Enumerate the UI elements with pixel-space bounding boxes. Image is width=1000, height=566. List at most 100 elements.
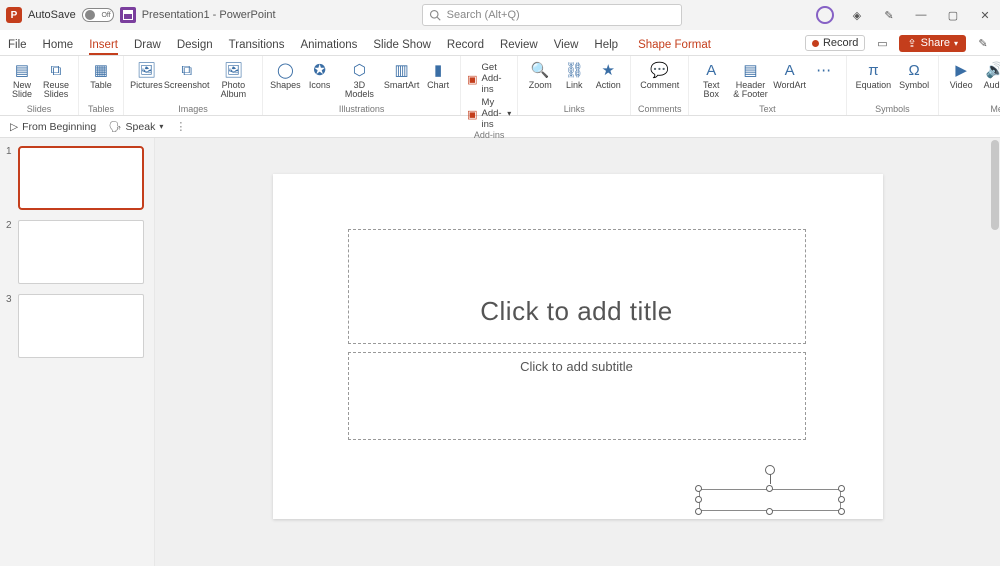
resize-handle[interactable] (838, 485, 845, 492)
resize-handle[interactable] (838, 496, 845, 503)
from-beginning-button[interactable]: ▷From Beginning (10, 121, 96, 133)
text-box-button[interactable]: AText Box (695, 58, 727, 100)
group-comments: 💬Comment Comments (631, 56, 689, 115)
group-symbols: πEquation ΩSymbol Symbols (847, 56, 940, 115)
chart-button[interactable]: ▮Chart (422, 58, 454, 90)
group-tables: ▦Table Tables (79, 56, 124, 115)
link-button[interactable]: ⛓Link (558, 58, 590, 90)
search-placeholder: Search (Alt+Q) (447, 9, 520, 21)
search-icon (429, 9, 441, 21)
resize-handle[interactable] (766, 508, 773, 515)
tab-animations[interactable]: Animations (300, 39, 357, 55)
main-area: 1 2 3 Click to add title Click to add su… (0, 138, 1000, 566)
speak-icon: 🗣 (108, 120, 121, 133)
document-title: Presentation1 - PowerPoint (142, 9, 276, 21)
group-text: AText Box ▤Header & Footer AWordArt ⋯ Te… (689, 56, 846, 115)
speak-button[interactable]: 🗣Speak ▾ (108, 120, 163, 133)
3d-models-button[interactable]: ⬡3D Models (338, 58, 382, 100)
ribbon: ▤New Slide ⧉Reuse Slides Slides ▦Table T… (0, 56, 1000, 116)
thumbnail-2[interactable]: 2 (6, 220, 144, 284)
save-icon[interactable] (120, 7, 136, 23)
minimize-button[interactable]: — (912, 6, 930, 24)
my-addins-button[interactable]: ▣My Add-ins ▾ (467, 97, 511, 130)
group-images: 🖼Pictures ⧉Screenshot 🖼Photo Album Image… (124, 56, 263, 115)
thumbnail-3[interactable]: 3 (6, 294, 144, 358)
group-links: 🔍Zoom ⛓Link ★Action Links (518, 56, 631, 115)
slide-canvas-area[interactable]: Click to add title Click to add subtitle (155, 138, 1000, 566)
tab-file[interactable]: File (8, 39, 27, 55)
table-button[interactable]: ▦Table (85, 58, 117, 90)
tab-slideshow[interactable]: Slide Show (373, 39, 431, 55)
record-button[interactable]: Record (805, 35, 865, 51)
comments-pane-icon[interactable]: ✎ (974, 34, 992, 52)
chevron-down-icon: ▾ (159, 122, 163, 131)
group-media: ▶Video 🔊Audio ⏺Screen Recording Media (939, 56, 1000, 115)
autosave-toggle[interactable]: Off (82, 8, 114, 22)
tab-shape-format[interactable]: Shape Format (638, 39, 711, 55)
maximize-button[interactable]: ▢ (944, 6, 962, 24)
audio-button[interactable]: 🔊Audio (979, 58, 1000, 90)
tab-help[interactable]: Help (594, 39, 618, 55)
resize-handle[interactable] (766, 485, 773, 492)
diamond-icon[interactable]: ◈ (848, 6, 866, 24)
group-illustrations: ◯Shapes ✪Icons ⬡3D Models ▥SmartArt ▮Cha… (263, 56, 461, 115)
play-icon: ▷ (10, 121, 18, 133)
close-button[interactable]: ✕ (976, 6, 994, 24)
tab-insert[interactable]: Insert (89, 39, 118, 55)
thumbnail-image (18, 220, 144, 284)
tab-home[interactable]: Home (43, 39, 74, 55)
account-icon[interactable] (816, 6, 834, 24)
pictures-button[interactable]: 🖼Pictures (130, 58, 163, 90)
tab-record[interactable]: Record (447, 39, 484, 55)
scrollbar-thumb[interactable] (991, 140, 999, 230)
thumbnail-image (18, 146, 144, 210)
symbol-button[interactable]: ΩSymbol (896, 58, 932, 90)
pen-icon[interactable]: ✎ (880, 6, 898, 24)
shapes-button[interactable]: ◯Shapes (269, 58, 302, 90)
photo-album-button[interactable]: 🖼Photo Album (211, 58, 256, 100)
text-more-button[interactable]: ⋯ (808, 58, 840, 80)
thumbnail-image (18, 294, 144, 358)
slide[interactable]: Click to add title Click to add subtitle (273, 174, 883, 519)
resize-handle[interactable] (695, 485, 702, 492)
zoom-button[interactable]: 🔍Zoom (524, 58, 556, 90)
new-slide-button[interactable]: ▤New Slide (6, 58, 38, 100)
resize-handle[interactable] (695, 496, 702, 503)
qat-overflow-icon[interactable]: ⋮ (175, 120, 186, 133)
subtitle-placeholder[interactable]: Click to add subtitle (348, 352, 806, 440)
resize-handle[interactable] (695, 508, 702, 515)
get-addins-button[interactable]: ▣Get Add-ins (467, 62, 511, 95)
share-button[interactable]: ⇪Share▾ (899, 35, 966, 52)
title-bar: P AutoSave Off Presentation1 - PowerPoin… (0, 0, 1000, 30)
tab-transitions[interactable]: Transitions (229, 39, 285, 55)
group-slides: ▤New Slide ⧉Reuse Slides Slides (0, 56, 79, 115)
wordart-button[interactable]: AWordArt (774, 58, 806, 90)
header-footer-button[interactable]: ▤Header & Footer (729, 58, 771, 100)
video-button[interactable]: ▶Video (945, 58, 977, 90)
group-addins: ▣Get Add-ins ▣My Add-ins ▾ Add-ins (461, 56, 518, 115)
screenshot-button[interactable]: ⧉Screenshot (165, 58, 209, 90)
thumbnail-1[interactable]: 1 (6, 146, 144, 210)
rotate-handle-icon[interactable] (765, 465, 775, 475)
tab-review[interactable]: Review (500, 39, 538, 55)
tab-view[interactable]: View (554, 39, 579, 55)
slide-thumbnail-pane[interactable]: 1 2 3 (0, 138, 155, 566)
present-icon[interactable]: ▭ (873, 34, 891, 52)
equation-button[interactable]: πEquation (853, 58, 895, 90)
action-button[interactable]: ★Action (592, 58, 624, 90)
powerpoint-logo-icon: P (6, 7, 22, 23)
smartart-button[interactable]: ▥SmartArt (383, 58, 420, 90)
reuse-slides-button[interactable]: ⧉Reuse Slides (40, 58, 72, 100)
ribbon-tabs: File Home Insert Draw Design Transitions… (0, 30, 1000, 56)
autosave-label: AutoSave (28, 9, 76, 21)
selected-shape[interactable] (699, 489, 841, 511)
tab-design[interactable]: Design (177, 39, 213, 55)
title-placeholder[interactable]: Click to add title (348, 229, 806, 344)
vertical-scrollbar[interactable] (988, 138, 1000, 566)
icons-button[interactable]: ✪Icons (304, 58, 336, 90)
comment-button[interactable]: 💬Comment (637, 58, 682, 90)
record-dot-icon (812, 40, 819, 47)
search-input[interactable]: Search (Alt+Q) (422, 4, 682, 26)
tab-draw[interactable]: Draw (134, 39, 161, 55)
resize-handle[interactable] (838, 508, 845, 515)
